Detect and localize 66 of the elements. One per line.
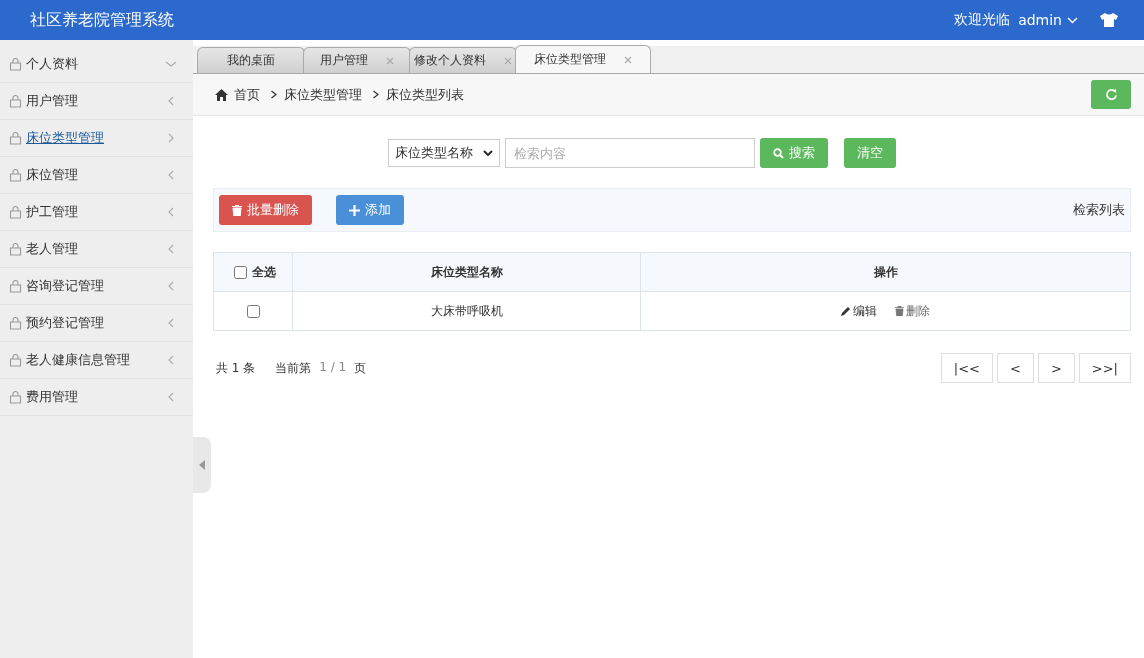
chevron-down-icon xyxy=(165,59,177,69)
bag-icon xyxy=(9,242,22,256)
bag-icon xyxy=(9,390,22,404)
select-all-label: 全选 xyxy=(252,263,276,281)
search-icon xyxy=(773,147,784,159)
chevron-right-icon xyxy=(372,90,380,99)
home-icon xyxy=(215,88,228,101)
bag-icon xyxy=(9,205,22,219)
delete-link[interactable]: 删除 xyxy=(895,302,930,320)
sidebar-item[interactable]: 费用管理 xyxy=(0,379,193,416)
sidebar-item[interactable]: 咨询登记管理 xyxy=(0,268,193,305)
tab[interactable]: 用户管理 xyxy=(303,47,411,73)
page-button[interactable]: > xyxy=(1037,353,1075,383)
column-header: 操作 xyxy=(640,252,1131,292)
collapse-handle[interactable] xyxy=(193,437,211,493)
page-number: 1 / 1 xyxy=(319,359,347,376)
breadcrumb-link[interactable]: 床位类型列表 xyxy=(386,85,464,104)
breadcrumb-link[interactable]: 首页 xyxy=(234,85,260,104)
page-button[interactable]: < xyxy=(997,353,1034,383)
chevron-right-icon xyxy=(270,90,278,99)
page-button[interactable]: |<< xyxy=(940,353,993,383)
sidebar-item[interactable]: 老人管理 xyxy=(0,231,193,268)
row-checkbox[interactable] xyxy=(247,304,260,318)
column-header: 床位类型名称 xyxy=(292,252,641,292)
bag-icon xyxy=(9,57,22,71)
sidebar-item[interactable]: 床位类型管理 xyxy=(0,120,193,157)
close-icon xyxy=(504,56,512,65)
tab[interactable]: 修改个人资料 xyxy=(409,47,517,73)
sidebar-item[interactable]: 预约登记管理 xyxy=(0,305,193,342)
tab[interactable]: 床位类型管理 xyxy=(515,45,651,73)
edit-link[interactable]: 编辑 xyxy=(841,302,877,320)
bag-icon xyxy=(9,353,22,367)
batch-delete-button[interactable]: 批量删除 xyxy=(219,195,312,225)
pencil-icon xyxy=(841,306,851,316)
total-count: 共 1 条 xyxy=(216,359,256,377)
refresh-button[interactable] xyxy=(1091,80,1131,109)
field-select[interactable]: 床位类型名称 xyxy=(388,139,500,167)
bag-icon xyxy=(9,131,22,145)
shirt-icon[interactable] xyxy=(1100,13,1118,27)
bag-icon xyxy=(9,168,22,182)
page-unit: 页 xyxy=(354,359,367,377)
user-menu[interactable]: admin xyxy=(1018,12,1078,28)
table-cell: 大床带呼吸机 xyxy=(292,291,641,331)
trash-icon xyxy=(895,306,904,316)
caret-icon xyxy=(483,150,493,156)
plus-icon xyxy=(349,204,360,216)
list-caption: 检索列表 xyxy=(1073,201,1125,219)
bag-icon xyxy=(9,94,22,108)
welcome-text: 欢迎光临 xyxy=(954,11,1011,29)
page-button[interactable]: >>| xyxy=(1078,353,1131,383)
trash-icon xyxy=(232,204,242,216)
close-icon xyxy=(386,56,394,65)
search-field[interactable]: 检索内容 xyxy=(505,138,755,168)
page-label: 当前第 xyxy=(275,359,312,377)
caret-icon xyxy=(1067,16,1078,24)
bag-icon xyxy=(9,279,22,293)
sidebar-item[interactable]: 老人健康信息管理 xyxy=(0,342,193,379)
app-title: 社区养老院管理系统 xyxy=(30,9,174,31)
sidebar-item[interactable]: 床位管理 xyxy=(0,157,193,194)
tab[interactable]: 我的桌面 xyxy=(197,47,305,73)
select-all-checkbox[interactable] xyxy=(234,265,247,279)
sidebar-item[interactable]: 护工管理 xyxy=(0,194,193,231)
refresh-icon xyxy=(1104,88,1118,101)
close-icon xyxy=(624,55,632,64)
bag-icon xyxy=(9,316,22,330)
breadcrumb-link[interactable]: 床位类型管理 xyxy=(284,85,362,104)
